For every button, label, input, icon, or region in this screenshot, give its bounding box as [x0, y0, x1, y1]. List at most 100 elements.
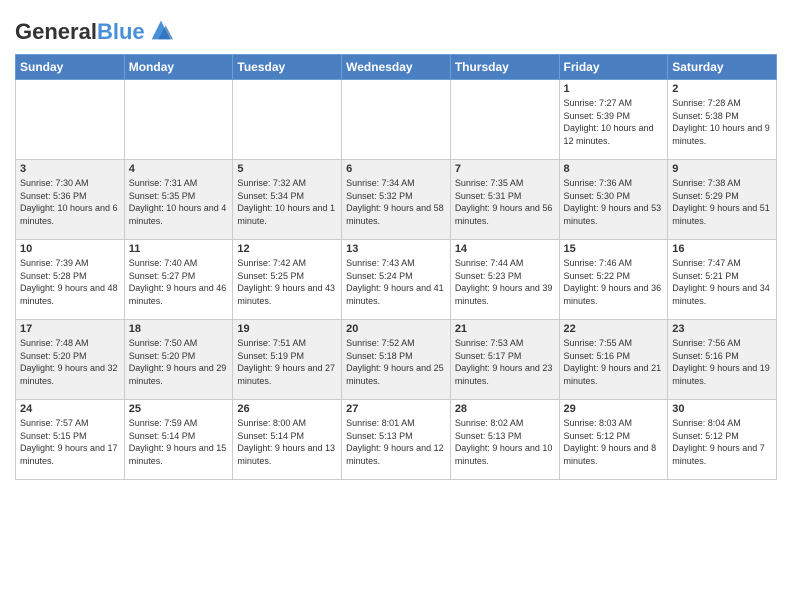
- day-info: Sunrise: 7:44 AM Sunset: 5:23 PM Dayligh…: [455, 257, 555, 307]
- day-number: 7: [455, 163, 555, 175]
- day-number: 4: [129, 163, 229, 175]
- day-info: Sunrise: 7:40 AM Sunset: 5:27 PM Dayligh…: [129, 257, 229, 307]
- calendar-cell: 20 Sunrise: 7:52 AM Sunset: 5:18 PM Dayli…: [342, 320, 451, 400]
- weekday-header: Monday: [124, 55, 233, 80]
- calendar-cell: [233, 80, 342, 160]
- day-number: 17: [20, 323, 120, 335]
- day-number: 21: [455, 323, 555, 335]
- day-number: 8: [564, 163, 664, 175]
- day-info: Sunrise: 7:53 AM Sunset: 5:17 PM Dayligh…: [455, 337, 555, 387]
- day-info: Sunrise: 7:50 AM Sunset: 5:20 PM Dayligh…: [129, 337, 229, 387]
- weekday-header: Tuesday: [233, 55, 342, 80]
- logo-icon: [147, 16, 175, 44]
- calendar-week-row: 24Sunrise: 7:57 AM Sunset: 5:15 PM Dayli…: [16, 400, 777, 480]
- day-info: Sunrise: 8:03 AM Sunset: 5:12 PM Dayligh…: [564, 417, 664, 467]
- day-info: Sunrise: 7:28 AM Sunset: 5:38 PM Dayligh…: [672, 97, 772, 147]
- calendar-cell: 16 Sunrise: 7:47 AM Sunset: 5:21 PM Dayli…: [668, 240, 777, 320]
- weekday-header: Saturday: [668, 55, 777, 80]
- day-number: 14: [455, 243, 555, 255]
- day-info: Sunrise: 7:59 AM Sunset: 5:14 PM Dayligh…: [129, 417, 229, 467]
- day-info: Sunrise: 7:32 AM Sunset: 5:34 PM Dayligh…: [237, 177, 337, 227]
- day-number: 3: [20, 163, 120, 175]
- day-info: Sunrise: 8:02 AM Sunset: 5:13 PM Dayligh…: [455, 417, 555, 467]
- calendar-cell: 3 Sunrise: 7:30 AM Sunset: 5:36 PM Daylig…: [16, 160, 125, 240]
- day-number: 27: [346, 403, 446, 415]
- day-number: 23: [672, 323, 772, 335]
- day-info: Sunrise: 8:04 AM Sunset: 5:12 PM Dayligh…: [672, 417, 772, 467]
- day-info: Sunrise: 7:52 AM Sunset: 5:18 PM Dayligh…: [346, 337, 446, 387]
- day-number: 15: [564, 243, 664, 255]
- day-info: Sunrise: 7:30 AM Sunset: 5:36 PM Dayligh…: [20, 177, 120, 227]
- logo-text: GeneralBlue: [15, 20, 145, 44]
- day-number: 1: [564, 83, 664, 95]
- calendar-cell: 29 Sunrise: 8:03 AM Sunset: 5:12 PM Dayli…: [559, 400, 668, 480]
- day-info: Sunrise: 7:56 AM Sunset: 5:16 PM Dayligh…: [672, 337, 772, 387]
- day-info: Sunrise: 7:36 AM Sunset: 5:30 PM Dayligh…: [564, 177, 664, 227]
- day-info: Sunrise: 7:39 AM Sunset: 5:28 PM Dayligh…: [20, 257, 120, 307]
- day-info: Sunrise: 7:47 AM Sunset: 5:21 PM Dayligh…: [672, 257, 772, 307]
- day-number: 5: [237, 163, 337, 175]
- calendar-cell: [342, 80, 451, 160]
- calendar-week-row: 17 Sunrise: 7:48 AM Sunset: 5:20 PM Dayli…: [16, 320, 777, 400]
- calendar-cell: 30 Sunrise: 8:04 AM Sunset: 5:12 PM Dayli…: [668, 400, 777, 480]
- calendar-cell: 7 Sunrise: 7:35 AM Sunset: 5:31 PM Daylig…: [450, 160, 559, 240]
- calendar-cell: 23 Sunrise: 7:56 AM Sunset: 5:16 PM Dayli…: [668, 320, 777, 400]
- calendar-cell: [450, 80, 559, 160]
- calendar-cell: 14 Sunrise: 7:44 AM Sunset: 5:23 PM Dayli…: [450, 240, 559, 320]
- calendar-cell: [124, 80, 233, 160]
- day-info: Sunrise: 7:51 AM Sunset: 5:19 PM Dayligh…: [237, 337, 337, 387]
- page-container: GeneralBlue SundayMondayTuesdayWednesday…: [0, 0, 792, 490]
- day-info: Sunrise: 7:38 AM Sunset: 5:29 PM Dayligh…: [672, 177, 772, 227]
- calendar-week-row: 10 Sunrise: 7:39 AM Sunset: 5:28 PM Dayli…: [16, 240, 777, 320]
- weekday-header: Thursday: [450, 55, 559, 80]
- calendar-cell: 13Sunrise: 7:43 AM Sunset: 5:24 PM Dayli…: [342, 240, 451, 320]
- calendar-cell: 19 Sunrise: 7:51 AM Sunset: 5:19 PM Dayli…: [233, 320, 342, 400]
- calendar-week-row: 3 Sunrise: 7:30 AM Sunset: 5:36 PM Daylig…: [16, 160, 777, 240]
- day-number: 22: [564, 323, 664, 335]
- day-number: 25: [129, 403, 229, 415]
- day-number: 30: [672, 403, 772, 415]
- day-info: Sunrise: 7:35 AM Sunset: 5:31 PM Dayligh…: [455, 177, 555, 227]
- day-number: 10: [20, 243, 120, 255]
- day-number: 29: [564, 403, 664, 415]
- day-number: 13: [346, 243, 446, 255]
- calendar-cell: 12Sunrise: 7:42 AM Sunset: 5:25 PM Dayli…: [233, 240, 342, 320]
- day-number: 19: [237, 323, 337, 335]
- day-info: Sunrise: 7:46 AM Sunset: 5:22 PM Dayligh…: [564, 257, 664, 307]
- day-number: 18: [129, 323, 229, 335]
- day-number: 11: [129, 243, 229, 255]
- calendar-cell: 24Sunrise: 7:57 AM Sunset: 5:15 PM Dayli…: [16, 400, 125, 480]
- weekday-header: Wednesday: [342, 55, 451, 80]
- calendar-cell: 8 Sunrise: 7:36 AM Sunset: 5:30 PM Daylig…: [559, 160, 668, 240]
- day-info: Sunrise: 7:55 AM Sunset: 5:16 PM Dayligh…: [564, 337, 664, 387]
- day-info: Sunrise: 7:31 AM Sunset: 5:35 PM Dayligh…: [129, 177, 229, 227]
- calendar-cell: 11 Sunrise: 7:40 AM Sunset: 5:27 PM Dayli…: [124, 240, 233, 320]
- calendar-cell: 18 Sunrise: 7:50 AM Sunset: 5:20 PM Dayli…: [124, 320, 233, 400]
- day-info: Sunrise: 7:27 AM Sunset: 5:39 PM Dayligh…: [564, 97, 664, 147]
- calendar-cell: 6Sunrise: 7:34 AM Sunset: 5:32 PM Daylig…: [342, 160, 451, 240]
- day-number: 24: [20, 403, 120, 415]
- day-number: 2: [672, 83, 772, 95]
- day-number: 28: [455, 403, 555, 415]
- day-number: 16: [672, 243, 772, 255]
- calendar-cell: 5 Sunrise: 7:32 AM Sunset: 5:34 PM Daylig…: [233, 160, 342, 240]
- calendar-cell: 21 Sunrise: 7:53 AM Sunset: 5:17 PM Dayli…: [450, 320, 559, 400]
- weekday-header: Friday: [559, 55, 668, 80]
- calendar-cell: 25 Sunrise: 7:59 AM Sunset: 5:14 PM Dayli…: [124, 400, 233, 480]
- calendar-cell: 17 Sunrise: 7:48 AM Sunset: 5:20 PM Dayli…: [16, 320, 125, 400]
- calendar-cell: 2 Sunrise: 7:28 AM Sunset: 5:38 PM Daylig…: [668, 80, 777, 160]
- calendar-cell: [16, 80, 125, 160]
- day-info: Sunrise: 8:01 AM Sunset: 5:13 PM Dayligh…: [346, 417, 446, 467]
- calendar-cell: 26Sunrise: 8:00 AM Sunset: 5:14 PM Dayli…: [233, 400, 342, 480]
- day-number: 9: [672, 163, 772, 175]
- day-info: Sunrise: 8:00 AM Sunset: 5:14 PM Dayligh…: [237, 417, 337, 467]
- calendar-table: SundayMondayTuesdayWednesdayThursdayFrid…: [15, 54, 777, 480]
- day-number: 12: [237, 243, 337, 255]
- day-number: 20: [346, 323, 446, 335]
- calendar-cell: 27 Sunrise: 8:01 AM Sunset: 5:13 PM Dayli…: [342, 400, 451, 480]
- calendar-cell: 15 Sunrise: 7:46 AM Sunset: 5:22 PM Dayli…: [559, 240, 668, 320]
- day-info: Sunrise: 7:48 AM Sunset: 5:20 PM Dayligh…: [20, 337, 120, 387]
- weekday-header: Sunday: [16, 55, 125, 80]
- day-info: Sunrise: 7:34 AM Sunset: 5:32 PM Dayligh…: [346, 177, 446, 227]
- logo: GeneralBlue: [15, 20, 175, 44]
